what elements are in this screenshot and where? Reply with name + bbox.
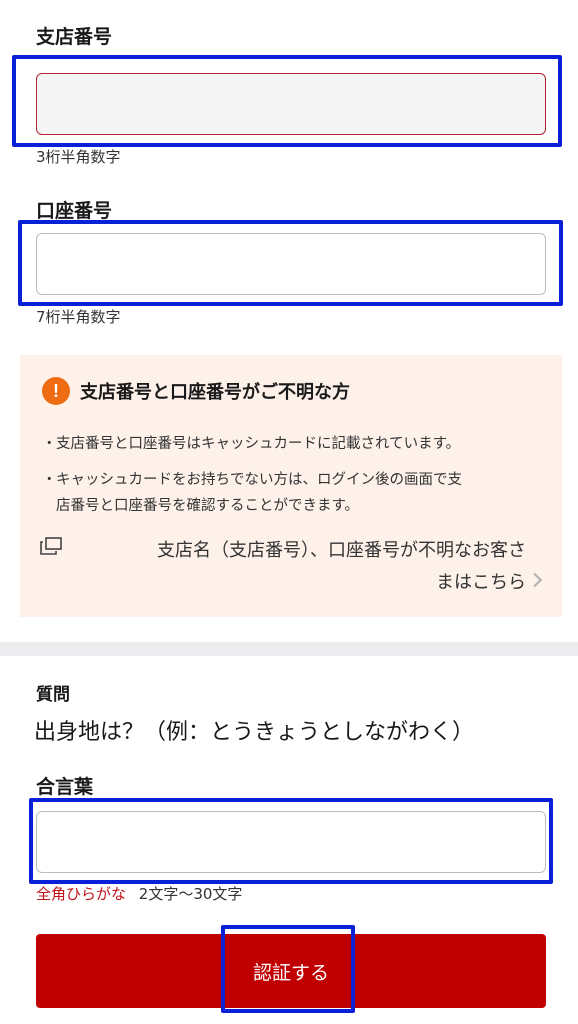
link-text-line1: 支店名（支店番号）、口座番号が不明なお客さ [157, 540, 526, 561]
passphrase-hint-length: 2文字〜30文字 [138, 885, 243, 903]
bullet-dot: ・ [42, 436, 57, 452]
info-title: 支店番号と口座番号がご不明な方 [80, 382, 350, 403]
help-info-box: ! 支店番号と口座番号がご不明な方 ・支店番号と口座番号はキャッシュカードに記載… [20, 355, 562, 617]
account-number-hint: 7桁半角数字 [36, 308, 121, 326]
unknown-number-link-text[interactable]: 支店名（支店番号）、口座番号が不明なお客さ まはこちら [80, 535, 526, 599]
passphrase-hint: 全角ひらがな 2文字〜30文字 [36, 883, 242, 904]
link-text-line2: まはこちら [436, 572, 526, 593]
branch-number-label: 支店番号 [36, 26, 113, 48]
branch-number-input[interactable] [36, 73, 546, 135]
info-bullet-2-text-line2: 店番号と口座番号を確認することができます。 [56, 498, 360, 514]
passphrase-label: 合言葉 [36, 776, 94, 798]
question-label: 質問 [36, 685, 70, 705]
section-divider [0, 642, 578, 656]
info-bullet-1-text: 支店番号と口座番号はキャッシュカードに記載されています。 [56, 436, 461, 452]
info-bullet-2-text-line1: キャッシュカードをお持ちでない方は、ログイン後の画面で支 [56, 472, 462, 488]
passphrase-hint-red: 全角ひらがな [36, 885, 127, 903]
external-window-icon [40, 537, 62, 555]
passphrase-input[interactable] [36, 811, 546, 873]
unknown-number-link[interactable]: 支店名（支店番号）、口座番号が不明なお客さ まはこちら [40, 535, 543, 595]
branch-number-hint: 3桁半角数字 [36, 148, 121, 166]
info-title-row: ! 支店番号と口座番号がご不明な方 [42, 377, 350, 405]
submit-button-highlight [221, 925, 355, 1013]
info-bullet-2: ・キャッシュカードをお持ちでない方は、ログイン後の画面で支 店番号と口座番号を確… [42, 467, 552, 519]
info-bullet-1: ・支店番号と口座番号はキャッシュカードに記載されています。 [42, 431, 552, 457]
bullet-dot: ・ [42, 472, 57, 488]
exclamation-icon: ! [42, 377, 70, 405]
question-text: 出身地は？（例：とうきょうとしながわく） [34, 720, 475, 745]
account-number-label: 口座番号 [36, 200, 113, 222]
account-number-input[interactable] [36, 233, 546, 295]
chevron-right-icon [527, 572, 543, 588]
